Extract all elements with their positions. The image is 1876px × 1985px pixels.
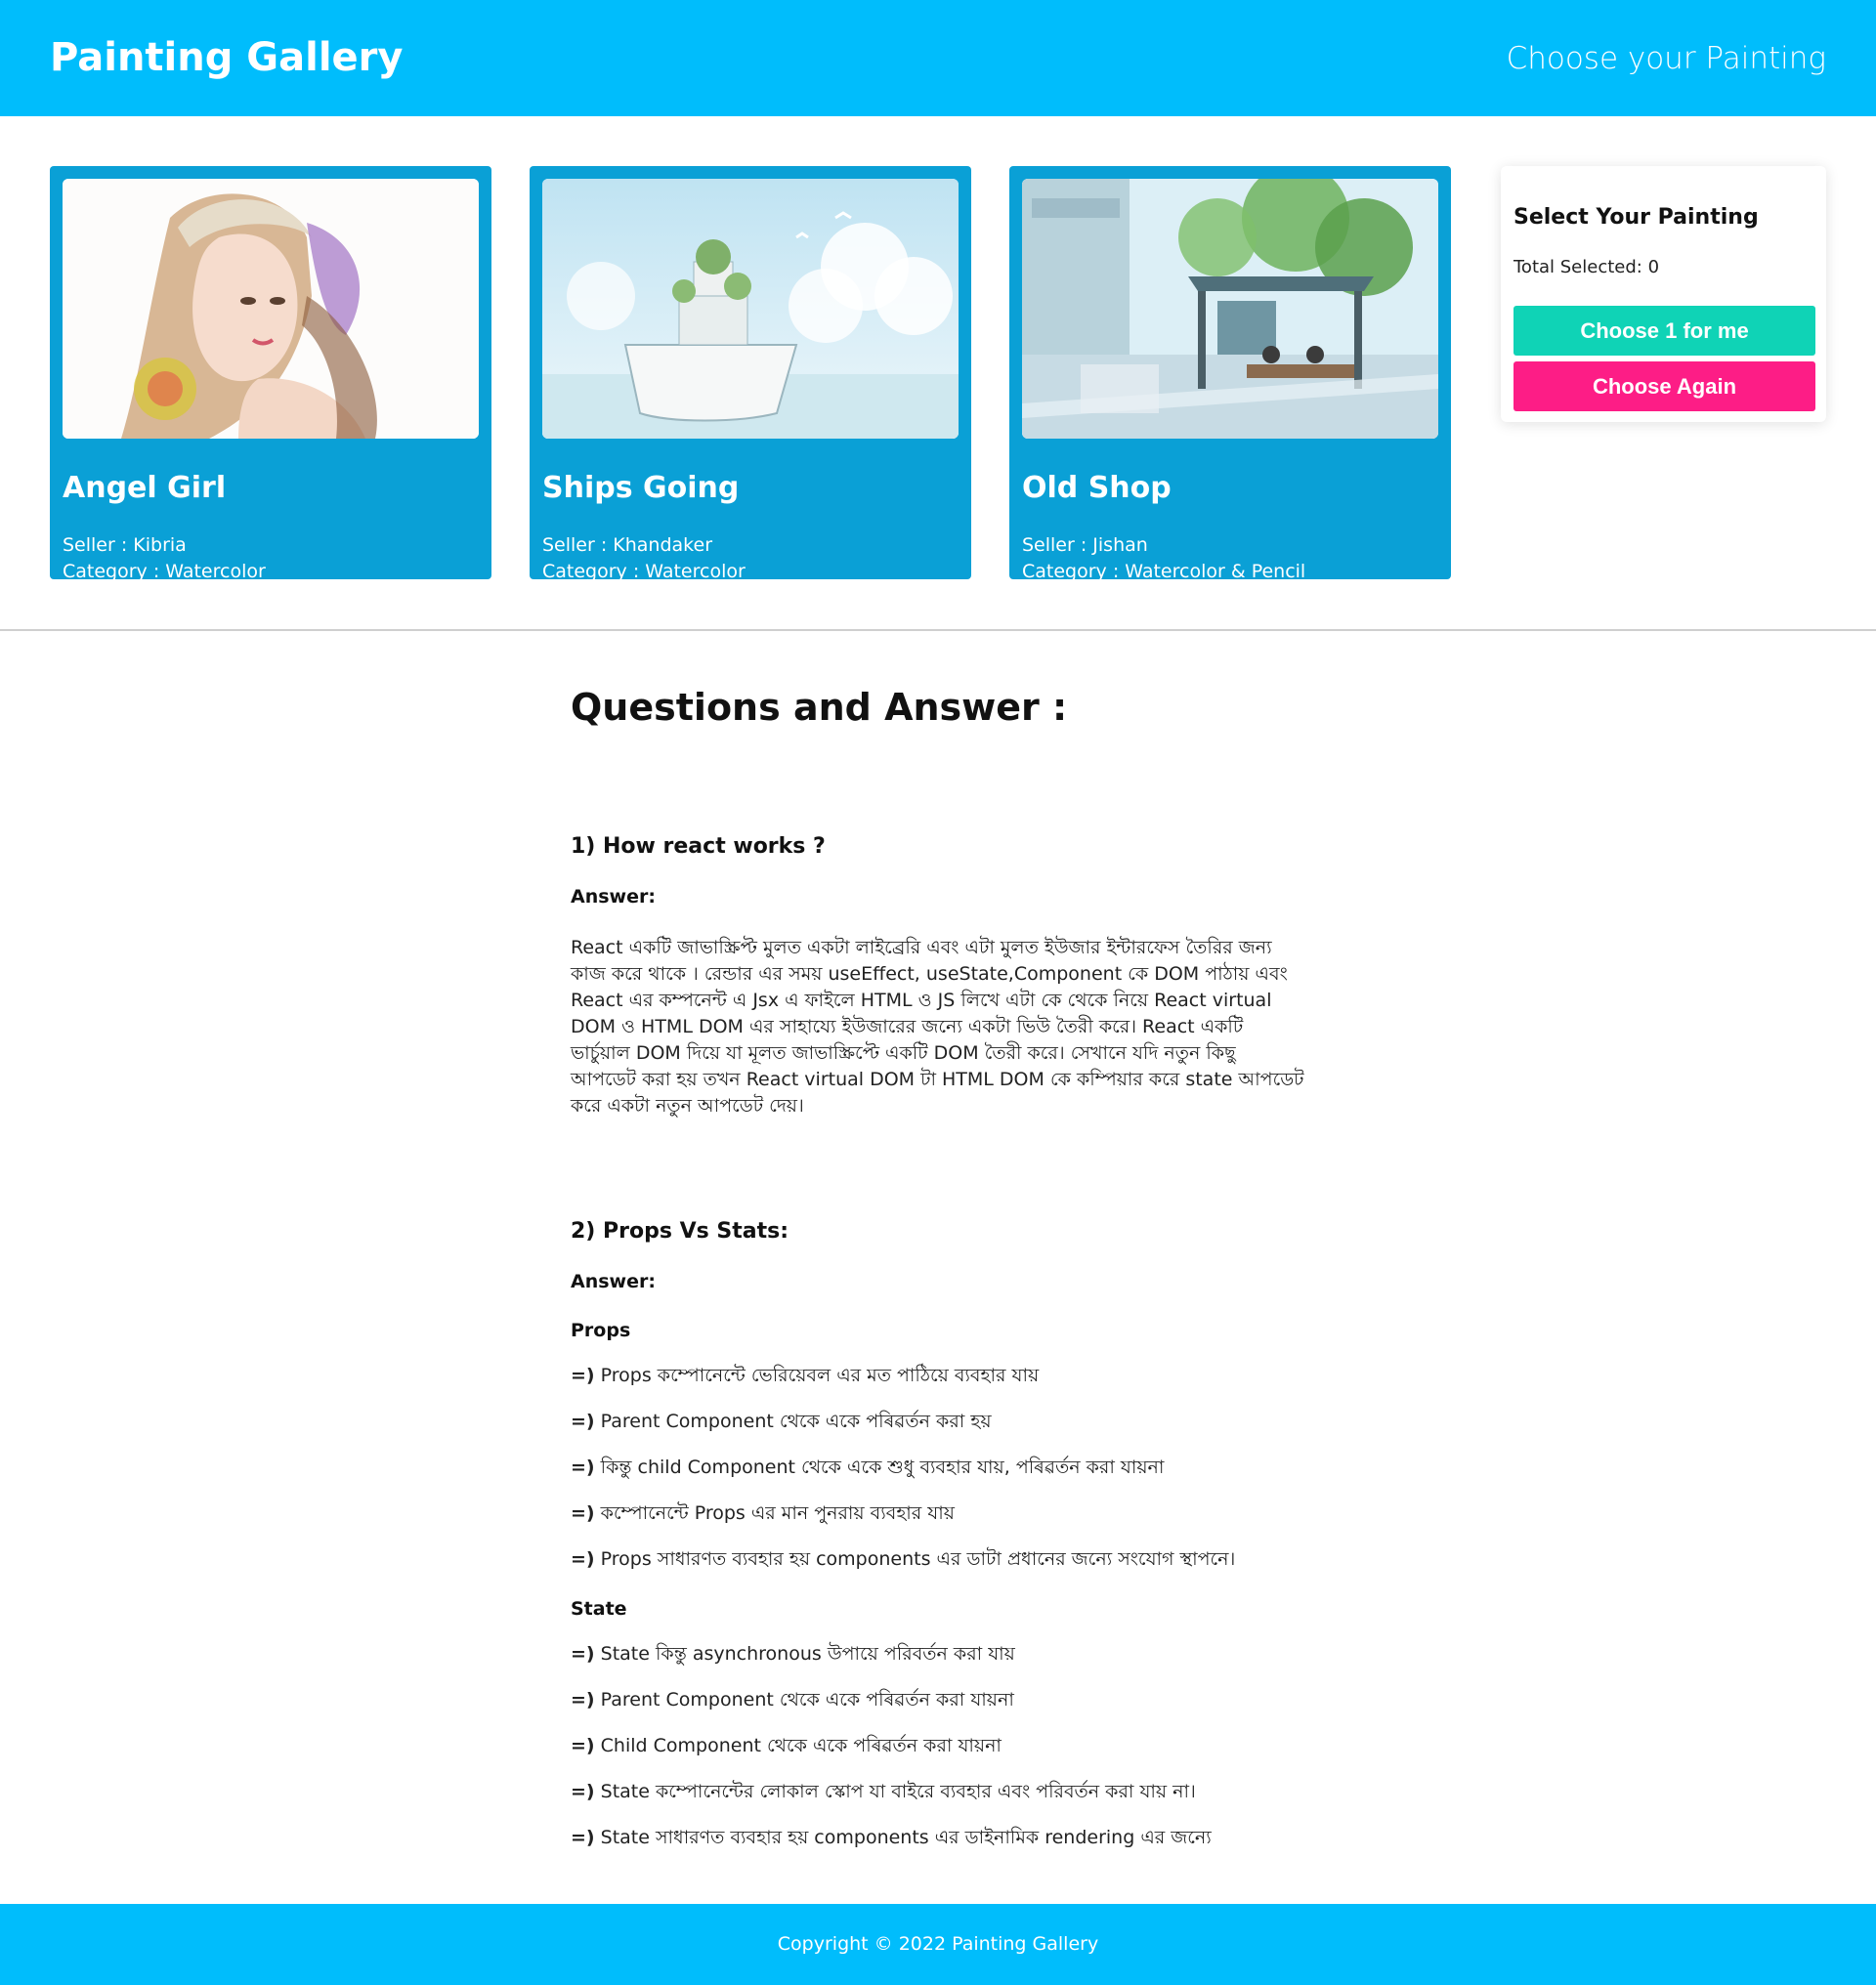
qa-section: Questions and Answer : 1) How react work… <box>571 684 1305 1849</box>
painting-cards: Angel Girl Seller : Kibria Category : Wa… <box>50 166 1452 579</box>
total-selected: Total Selected: 0 <box>1514 257 1660 277</box>
answer-label: Answer: <box>571 1271 656 1292</box>
selection-panel: Select Your Painting Total Selected: 0 C… <box>1501 166 1826 422</box>
painting-card[interactable]: Ships Going Seller : Khandaker Category … <box>530 166 971 579</box>
painting-category: Category : Watercolor <box>542 561 746 579</box>
list-item: =) কম্পোনেন্টে Props এর মান পুনরায় ব্যব… <box>571 1502 955 1524</box>
site-footer: Copyright © 2022 Painting Gallery <box>0 1904 1876 1985</box>
painting-seller: Seller : Jishan <box>1022 534 1148 556</box>
painting-image-ships-going <box>542 179 959 439</box>
brand-title[interactable]: Painting Gallery <box>50 35 403 80</box>
choose-one-button[interactable]: Choose 1 for me <box>1514 306 1815 356</box>
copyright-text: Copyright © 2022 Painting Gallery <box>777 1933 1099 1955</box>
answer-label: Answer: <box>571 886 656 908</box>
list-item: =) Child Component থেকে একে পৰিৱৰ্তন করা… <box>571 1735 1002 1756</box>
list-item: =) State সাধারণত ব্যবহার হয় components … <box>571 1827 1212 1848</box>
question-1: 1) How react works ? <box>571 834 826 859</box>
list-item: =) State কিন্তু asynchronous উপায়ে পরিব… <box>571 1643 1015 1665</box>
state-heading: State <box>571 1598 627 1620</box>
painting-image-angel-girl <box>63 179 479 439</box>
painting-seller: Seller : Khandaker <box>542 534 713 556</box>
painting-image-old-shop <box>1022 179 1438 439</box>
painting-card[interactable]: Old Shop Seller : Jishan Category : Wate… <box>1009 166 1451 579</box>
header-tagline: Choose your Painting <box>1506 41 1826 76</box>
choose-again-button[interactable]: Choose Again <box>1514 361 1815 411</box>
painting-category: Category : Watercolor <box>63 561 266 579</box>
section-divider <box>0 629 1876 631</box>
painting-name: Angel Girl <box>63 471 227 505</box>
site-header: Painting Gallery Choose your Painting <box>0 0 1876 116</box>
list-item: =) State কম্পোনেন্টের লোকাল স্কোপ যা বাই… <box>571 1781 1196 1802</box>
qa-title: Questions and Answer : <box>571 686 1068 729</box>
answer-1-text: React একটি জাভাস্ক্রিপ্ট মুলত একটা লাইব্… <box>571 937 1304 1117</box>
painting-card[interactable]: Angel Girl Seller : Kibria Category : Wa… <box>50 166 491 579</box>
panel-title: Select Your Painting <box>1514 205 1759 230</box>
painting-name: Old Shop <box>1022 471 1172 505</box>
painting-seller: Seller : Kibria <box>63 534 187 556</box>
painting-category: Category : Watercolor & Pencil <box>1022 561 1306 579</box>
question-2: 2) Props Vs Stats: <box>571 1219 789 1244</box>
list-item: =) Props কম্পোনেন্টে ভেরিয়েবল এর মত পাঠ… <box>571 1365 1040 1386</box>
list-item: =) Props সাধারণত ব্যবহার হয় components … <box>571 1548 1236 1570</box>
painting-name: Ships Going <box>542 471 740 505</box>
list-item: =) কিন্তু child Component থেকে একে শুধু … <box>571 1457 1165 1478</box>
list-item: =) Parent Component থেকে একে পৰিৱৰ্তন কর… <box>571 1411 992 1432</box>
list-item: =) Parent Component থেকে একে পৰিৱৰ্তন কর… <box>571 1689 1014 1710</box>
props-heading: Props <box>571 1320 631 1341</box>
